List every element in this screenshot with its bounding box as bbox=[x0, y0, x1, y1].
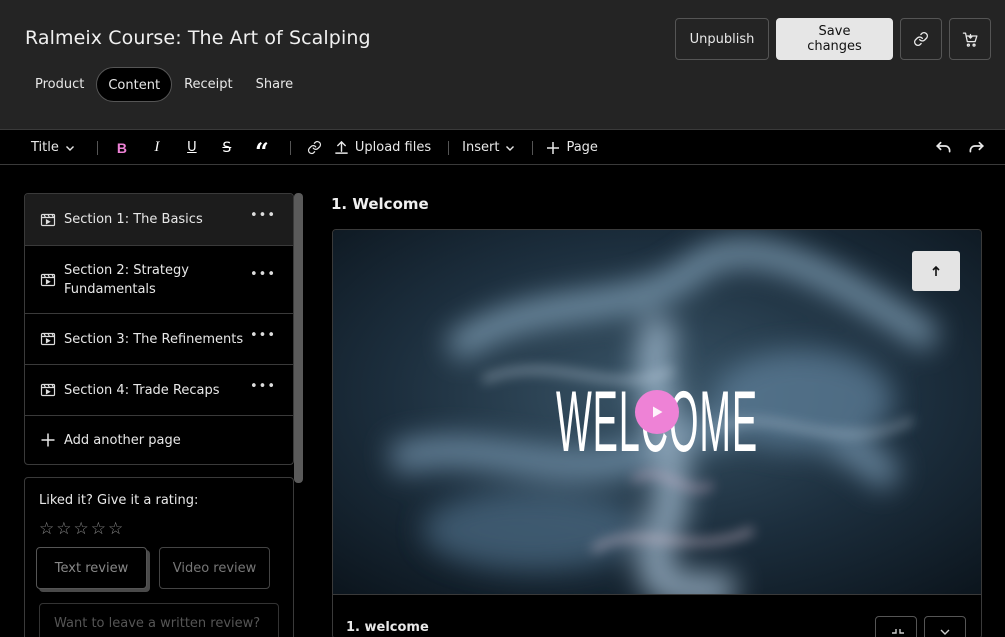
section-label: Section 4: Trade Recaps bbox=[64, 382, 220, 398]
sections-sidebar: Section 1: The Basics ••• Section 2: Str… bbox=[24, 193, 294, 465]
save-changes-button[interactable]: Save changes bbox=[776, 18, 893, 60]
text-style-label: Title bbox=[31, 140, 59, 155]
section-item[interactable]: Section 2: Strategy Fundamentals ••• bbox=[25, 246, 293, 314]
toolbar-divider bbox=[96, 140, 98, 155]
more-options-icon[interactable]: ••• bbox=[250, 209, 276, 222]
add-page-item[interactable]: Add another page bbox=[25, 416, 293, 464]
content-title: 1. Welcome bbox=[331, 195, 429, 213]
video-section-icon bbox=[40, 273, 56, 286]
star-rating[interactable]: ☆ ☆ ☆ ☆ ☆ bbox=[39, 519, 279, 539]
link-icon bbox=[308, 140, 322, 155]
add-page-button[interactable]: Page bbox=[546, 140, 598, 155]
cart-icon bbox=[962, 31, 978, 47]
section-item[interactable]: Section 1: The Basics ••• bbox=[25, 194, 293, 246]
bold-button[interactable]: B bbox=[111, 137, 133, 159]
written-review-input[interactable]: Want to leave a written review? bbox=[39, 603, 279, 637]
toolbar-divider bbox=[448, 140, 450, 155]
italic-button[interactable]: I bbox=[146, 137, 168, 159]
strikethrough-button[interactable]: S bbox=[216, 137, 238, 159]
redo-icon[interactable] bbox=[967, 137, 985, 155]
play-icon bbox=[653, 406, 663, 418]
insert-label: Insert bbox=[462, 140, 500, 155]
toolbar-divider bbox=[532, 140, 534, 155]
text-review-button[interactable]: Text review bbox=[36, 547, 147, 589]
video-embed: WELCOME 1. welcome bbox=[332, 229, 982, 637]
section-item[interactable]: Section 3: The Refinements ••• bbox=[25, 314, 293, 365]
tab-content[interactable]: Content bbox=[96, 67, 173, 102]
review-type-buttons: Text review Video review bbox=[36, 547, 279, 589]
expand-options-button[interactable] bbox=[924, 616, 966, 637]
star-icon[interactable]: ☆ bbox=[108, 519, 123, 539]
toolbar-divider bbox=[289, 140, 291, 155]
video-footer: 1. welcome bbox=[333, 594, 981, 637]
unpublish-button[interactable]: Unpublish bbox=[675, 18, 769, 60]
video-section-icon bbox=[40, 213, 56, 226]
more-options-icon[interactable]: ••• bbox=[250, 329, 276, 342]
collapse-icon bbox=[892, 629, 904, 634]
insert-dropdown[interactable]: Insert bbox=[462, 140, 515, 155]
tab-receipt[interactable]: Receipt bbox=[173, 67, 244, 102]
rating-panel: Liked it? Give it a rating: ☆ ☆ ☆ ☆ ☆ Te… bbox=[24, 477, 294, 637]
section-list: Section 1: The Basics ••• Section 2: Str… bbox=[24, 193, 294, 465]
upload-icon bbox=[335, 140, 348, 154]
section-item[interactable]: Section 4: Trade Recaps ••• bbox=[25, 365, 293, 416]
plus-icon bbox=[547, 141, 560, 154]
header-actions: Unpublish Save changes bbox=[675, 18, 991, 60]
undo-icon[interactable] bbox=[935, 137, 953, 155]
underline-icon: U bbox=[187, 140, 197, 155]
underline-button[interactable]: U bbox=[181, 137, 203, 159]
view-cart-button[interactable] bbox=[949, 18, 991, 60]
add-page-label: Add another page bbox=[64, 432, 181, 448]
tab-share[interactable]: Share bbox=[245, 67, 305, 102]
tab-bar: Product Content Receipt Share bbox=[24, 67, 305, 102]
editor-toolbar: Title B I U S “ Upload files Insert Page bbox=[0, 131, 1005, 165]
star-icon[interactable]: ☆ bbox=[56, 519, 71, 539]
quote-icon: “ bbox=[254, 136, 269, 166]
video-review-button[interactable]: Video review bbox=[159, 547, 270, 589]
quote-button[interactable]: “ bbox=[251, 136, 273, 166]
upload-files-button[interactable]: Upload files bbox=[334, 140, 431, 155]
text-style-dropdown[interactable]: Title bbox=[31, 140, 75, 155]
star-icon[interactable]: ☆ bbox=[39, 519, 54, 539]
more-options-icon[interactable]: ••• bbox=[250, 268, 276, 281]
copy-link-button[interactable] bbox=[900, 18, 942, 60]
arrow-up-icon bbox=[932, 265, 940, 276]
section-label: Section 2: Strategy Fundamentals bbox=[64, 262, 189, 297]
move-up-button[interactable] bbox=[912, 251, 960, 291]
star-icon[interactable]: ☆ bbox=[91, 519, 106, 539]
plus-icon bbox=[41, 433, 55, 447]
history-controls bbox=[935, 137, 985, 155]
video-section-icon bbox=[40, 383, 56, 397]
strikethrough-icon: S bbox=[222, 139, 232, 156]
chevron-down-icon bbox=[506, 145, 515, 151]
rating-question: Liked it? Give it a rating: bbox=[39, 493, 199, 508]
italic-icon: I bbox=[154, 139, 160, 155]
header: Ralmeix Course: The Art of Scalping Prod… bbox=[0, 0, 1005, 130]
section-label: Section 1: The Basics bbox=[64, 212, 203, 227]
add-page-label: Page bbox=[566, 140, 598, 155]
video-section-icon bbox=[40, 332, 56, 346]
bold-icon: B bbox=[116, 139, 127, 156]
link-icon bbox=[914, 32, 928, 46]
chevron-down-icon bbox=[940, 629, 950, 635]
upload-files-label: Upload files bbox=[354, 140, 432, 155]
tab-product[interactable]: Product bbox=[24, 67, 95, 102]
play-button[interactable] bbox=[635, 390, 679, 434]
link-button[interactable] bbox=[304, 137, 326, 159]
video-file-name: 1. welcome bbox=[346, 620, 429, 635]
chevron-down-icon bbox=[65, 145, 74, 151]
page-title: Ralmeix Course: The Art of Scalping bbox=[25, 27, 371, 49]
section-label: Section 3: The Refinements bbox=[64, 331, 244, 347]
star-icon[interactable]: ☆ bbox=[74, 519, 89, 539]
more-options-icon[interactable]: ••• bbox=[250, 380, 276, 393]
sidebar-scrollbar[interactable] bbox=[294, 193, 303, 483]
collapse-button[interactable] bbox=[875, 616, 917, 637]
